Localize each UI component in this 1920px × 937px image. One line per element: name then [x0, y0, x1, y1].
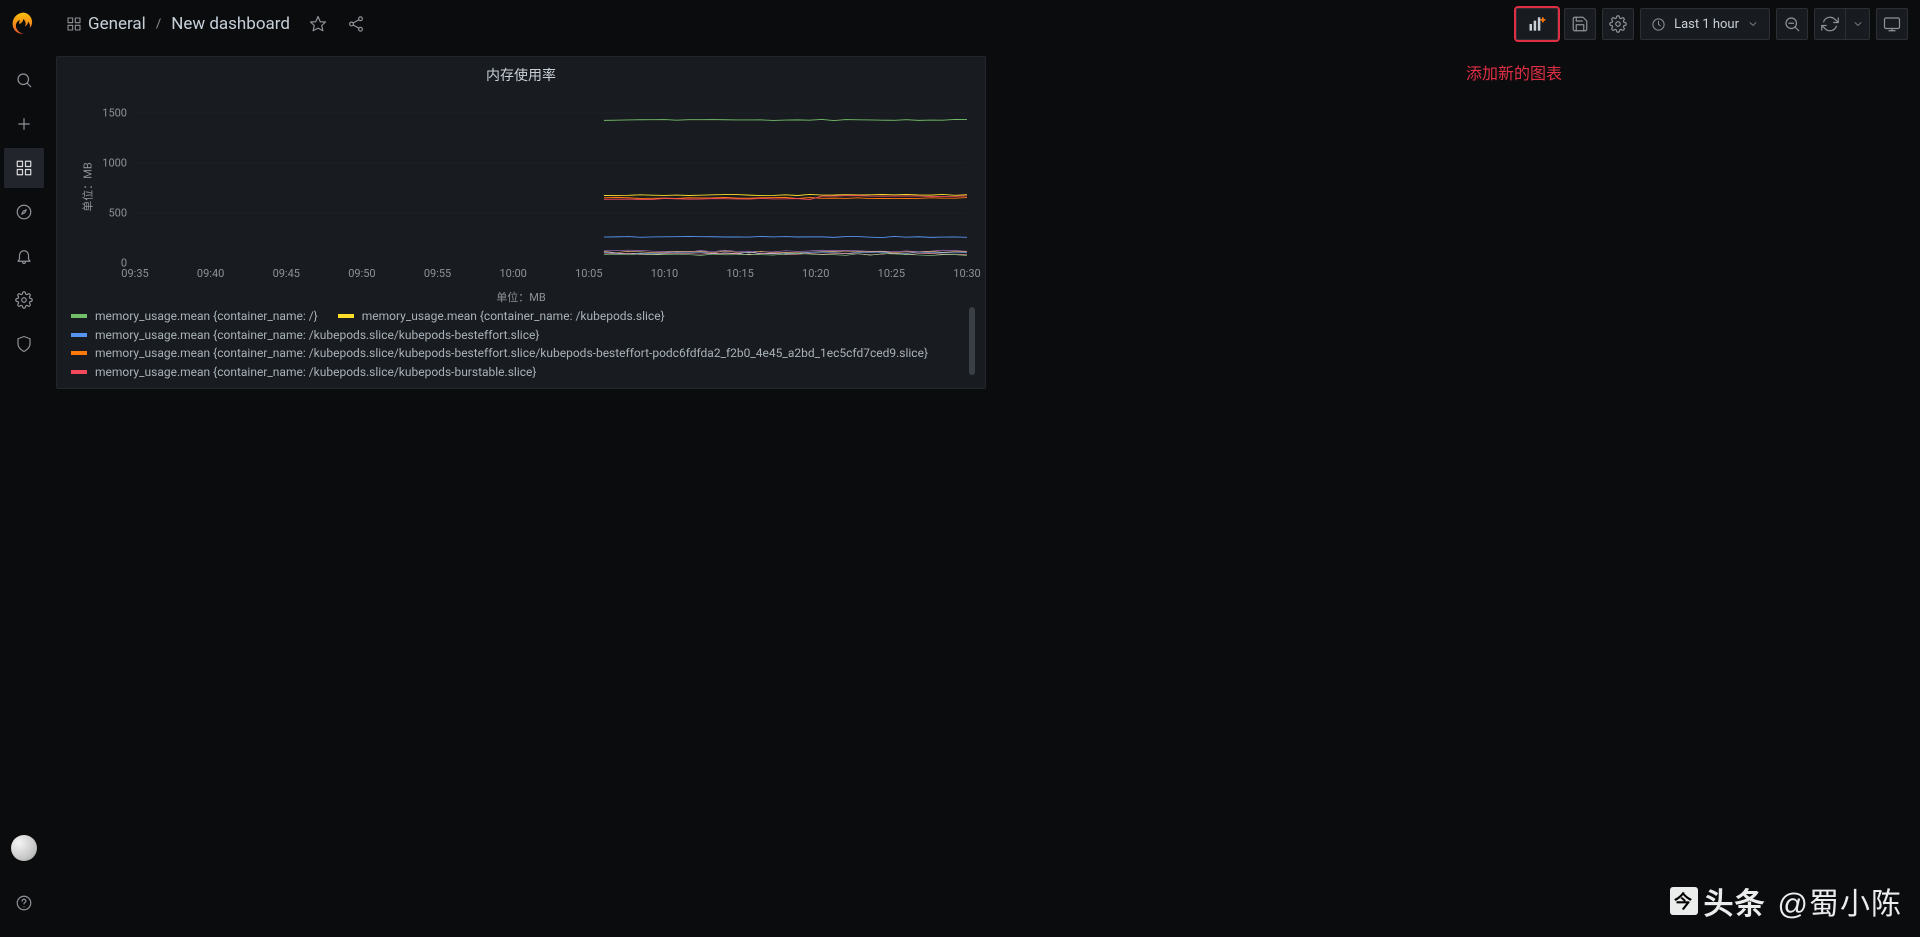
panel-title[interactable]: 内存使用率 — [57, 57, 985, 87]
user-avatar[interactable] — [11, 835, 37, 861]
chart-series-line — [604, 197, 967, 198]
y-axis-label: 单位：MB — [80, 162, 96, 211]
time-range-label: Last 1 hour — [1674, 17, 1739, 32]
nav-server-admin[interactable] — [4, 324, 44, 364]
y-tick: 1500 — [102, 107, 127, 120]
chart-series-line — [604, 194, 967, 195]
chart-legend[interactable]: memory_usage.mean {container_name: /}mem… — [71, 307, 975, 381]
legend-label: memory_usage.mean {container_name: /kube… — [95, 326, 539, 345]
x-tick: 10:25 — [878, 267, 905, 280]
legend-label: memory_usage.mean {container_name: /kube… — [95, 344, 928, 363]
dashboard-canvas: 内存使用率 单位：MB 050010001500 09:3509:4009:45… — [56, 56, 1912, 937]
x-tick: 10:30 — [953, 267, 980, 280]
breadcrumb[interactable]: General / New dashboard — [60, 10, 296, 38]
nav-help[interactable] — [4, 883, 44, 923]
legend-item[interactable]: memory_usage.mean {container_name: /kube… — [71, 326, 975, 345]
legend-label: memory_usage.mean {container_name: /kube… — [95, 363, 536, 382]
chart-series-line — [604, 250, 967, 252]
legend-label: memory_usage.mean {container_name: /} — [95, 307, 318, 326]
x-tick: 10:10 — [651, 267, 678, 280]
star-dashboard-button[interactable] — [302, 8, 334, 40]
breadcrumb-folder[interactable]: General — [88, 14, 146, 34]
sidebar — [0, 0, 48, 937]
chart-series-line — [604, 236, 967, 237]
watermark-handle: @蜀小陈 — [1778, 879, 1902, 923]
cycle-view-mode-button[interactable] — [1876, 8, 1908, 40]
refresh-interval-picker[interactable] — [1846, 8, 1870, 40]
panel-body: 单位：MB 050010001500 09:3509:4009:4509:500… — [57, 87, 985, 287]
topbar: General / New dashboard Last 1 hour — [48, 0, 1920, 48]
breadcrumb-title[interactable]: New dashboard — [171, 14, 290, 34]
legend-scrollbar-thumb[interactable] — [969, 307, 975, 375]
breadcrumb-sep: / — [156, 17, 161, 32]
watermark-logo-icon: 今 — [1670, 887, 1698, 915]
x-tick: 10:20 — [802, 267, 829, 280]
x-tick: 09:50 — [348, 267, 375, 280]
share-dashboard-button[interactable] — [340, 8, 372, 40]
zoom-out-button[interactable] — [1776, 8, 1808, 40]
x-tick: 09:40 — [197, 267, 224, 280]
legend-swatch — [71, 314, 87, 318]
legend-swatch — [71, 333, 87, 337]
y-tick: 1000 — [102, 157, 127, 170]
dashboard-settings-button[interactable] — [1602, 8, 1634, 40]
x-tick: 10:00 — [499, 267, 526, 280]
grafana-logo[interactable] — [8, 8, 40, 40]
nav-search[interactable] — [4, 60, 44, 100]
refresh-button[interactable] — [1814, 8, 1846, 40]
y-tick: 500 — [108, 207, 127, 220]
nav-configuration[interactable] — [4, 280, 44, 320]
watermark-brand: 头条 — [1704, 879, 1766, 923]
nav-alerting[interactable] — [4, 236, 44, 276]
legend-item[interactable]: memory_usage.mean {container_name: /kube… — [338, 307, 665, 326]
legend-item[interactable]: memory_usage.mean {container_name: /kube… — [71, 344, 975, 363]
x-tick: 09:35 — [121, 267, 148, 280]
nav-create[interactable] — [4, 104, 44, 144]
chart-series-line — [604, 119, 967, 120]
time-range-picker[interactable]: Last 1 hour — [1640, 8, 1770, 40]
x-tick: 10:05 — [575, 267, 602, 280]
legend-swatch — [71, 351, 87, 355]
legend-item[interactable]: memory_usage.mean {container_name: /kube… — [71, 363, 975, 382]
panel-memory-usage[interactable]: 内存使用率 单位：MB 050010001500 09:3509:4009:45… — [56, 56, 986, 389]
x-tick: 09:45 — [273, 267, 300, 280]
legend-label: memory_usage.mean {container_name: /kube… — [362, 307, 665, 326]
save-dashboard-button[interactable] — [1564, 8, 1596, 40]
nav-explore[interactable] — [4, 192, 44, 232]
legend-item[interactable]: memory_usage.mean {container_name: /} — [71, 307, 318, 326]
x-axis-label: 单位：MB — [57, 287, 985, 305]
add-panel-button[interactable] — [1516, 8, 1558, 40]
x-tick: 10:15 — [726, 267, 753, 280]
nav-dashboards[interactable] — [4, 148, 44, 188]
watermark: 今 头条 @蜀小陈 — [1670, 879, 1902, 923]
x-tick: 09:55 — [424, 267, 451, 280]
legend-swatch — [71, 370, 87, 374]
chart-plot[interactable] — [135, 93, 967, 263]
legend-swatch — [338, 314, 354, 318]
